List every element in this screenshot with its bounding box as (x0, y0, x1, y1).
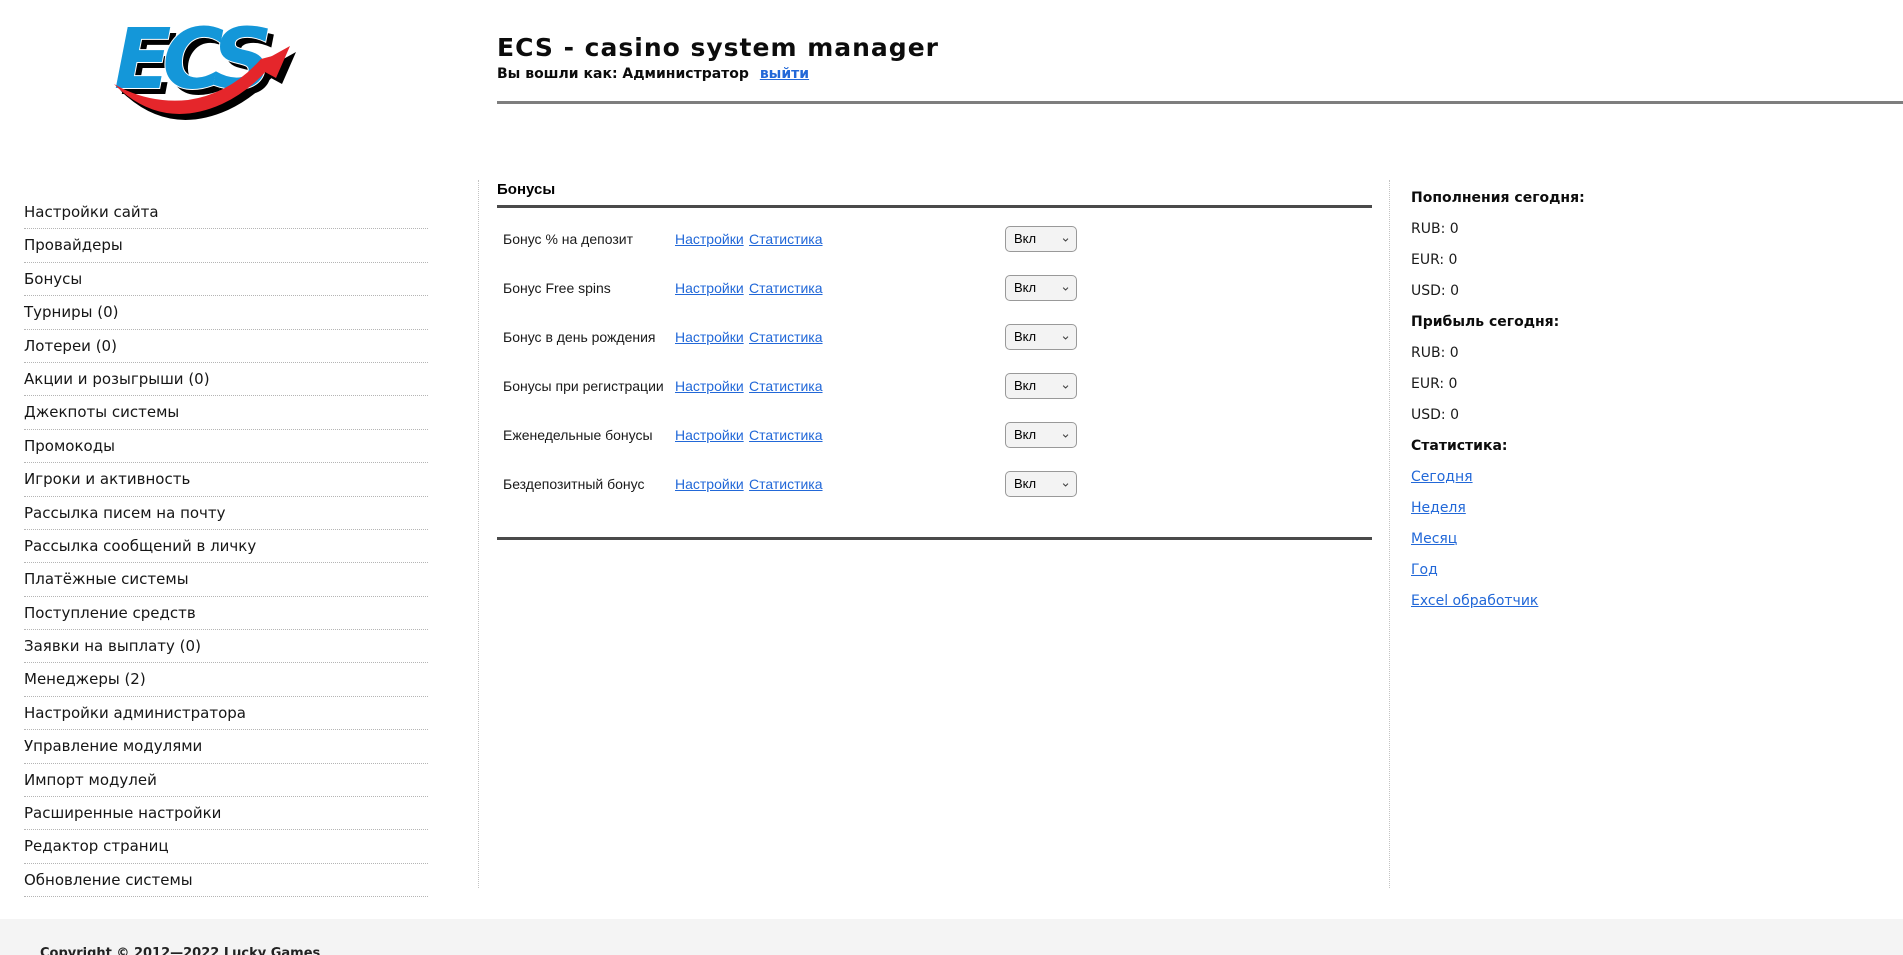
sidebar-item-bonuses[interactable]: Бонусы (24, 263, 428, 296)
profit-rub-value: RUB: 0 (1411, 337, 1731, 368)
bonus-list: Бонус % на депозит Настройки Статистика … (497, 214, 1372, 508)
statistics-link[interactable]: Статистика (749, 378, 823, 394)
sidebar-item-advanced-settings[interactable]: Расширенные настройки (24, 797, 428, 830)
settings-link[interactable]: Настройки (675, 329, 749, 345)
statistics-link[interactable]: Статистика (749, 329, 823, 345)
bonus-state-select[interactable]: Вкл (1005, 471, 1077, 497)
stats-link-month[interactable]: Месяц (1411, 531, 1457, 547)
content-divider-top (497, 205, 1372, 208)
sidebar-item-promocodes[interactable]: Промокоды (24, 430, 428, 463)
section-heading-bonuses: Бонусы (497, 181, 555, 198)
sidebar-item-tournaments[interactable]: Турниры (0) (24, 296, 428, 329)
bonus-row-registration: Бонусы при регистрации Настройки Статист… (497, 361, 1372, 410)
bonus-row-deposit-percent: Бонус % на депозит Настройки Статистика … (497, 214, 1372, 263)
settings-link[interactable]: Настройки (675, 427, 749, 443)
bonus-label: Бездепозитный бонус (503, 476, 675, 492)
footer: Copyright © 2012—2022 Lucky Games (0, 919, 1903, 955)
page: { "header": { "logo_text": "ECS", "title… (0, 0, 1903, 955)
sidebar-item-module-import[interactable]: Импорт модулей (24, 764, 428, 797)
bonus-state-select[interactable]: Вкл (1005, 422, 1077, 448)
profit-today-header: Прибыль сегодня: (1411, 306, 1731, 337)
logout-link[interactable]: выйти (760, 66, 809, 82)
statistics-link[interactable]: Статистика (749, 476, 823, 492)
sidebar-item-email-mailing[interactable]: Рассылка писем на почту (24, 497, 428, 530)
logged-in-status: Вы вошли как: Администратор выйти (497, 66, 809, 82)
sidebar-item-providers[interactable]: Провайдеры (24, 229, 428, 262)
sidebar-item-lotteries[interactable]: Лотереи (0) (24, 330, 428, 363)
settings-link[interactable]: Настройки (675, 231, 749, 247)
bonus-label: Бонус % на депозит (503, 231, 675, 247)
sidebar-item-managers[interactable]: Менеджеры (2) (24, 663, 428, 696)
bonus-row-no-deposit: Бездепозитный бонус Настройки Статистика… (497, 459, 1372, 508)
ecs-logo-icon: ECS ECS (110, 10, 300, 128)
bonus-state-select-wrap: Вкл ⌄ (1005, 226, 1077, 252)
deposits-today-header: Пополнения сегодня: (1411, 182, 1731, 213)
copyright-text: Copyright © 2012—2022 Lucky Games (40, 946, 320, 955)
page-title: ECS - casino system manager (497, 33, 939, 62)
bonus-row-free-spins: Бонус Free spins Настройки Статистика Вк… (497, 263, 1372, 312)
bonus-label: Бонус Free spins (503, 280, 675, 296)
sidebar-item-admin-settings[interactable]: Настройки администратора (24, 697, 428, 730)
deposits-eur-value: EUR: 0 (1411, 244, 1731, 275)
sidebar-item-incoming-funds[interactable]: Поступление средств (24, 597, 428, 630)
statistics-header: Статистика: (1411, 430, 1731, 461)
stats-link-year[interactable]: Год (1411, 562, 1438, 578)
bonus-state-select-wrap: Вкл ⌄ (1005, 471, 1077, 497)
bonus-state-select-wrap: Вкл ⌄ (1005, 373, 1077, 399)
bonus-label: Бонусы при регистрации (503, 378, 675, 394)
stats-link-week[interactable]: Неделя (1411, 500, 1466, 516)
sidebar-item-payment-systems[interactable]: Платёжные системы (24, 563, 428, 596)
deposits-usd-value: USD: 0 (1411, 275, 1731, 306)
bonus-state-select[interactable]: Вкл (1005, 275, 1077, 301)
bonus-state-select[interactable]: Вкл (1005, 226, 1077, 252)
statistics-link[interactable]: Статистика (749, 231, 823, 247)
sidebar: Настройки сайта Провайдеры Бонусы Турнир… (24, 196, 428, 897)
sidebar-item-players-activity[interactable]: Игроки и активность (24, 463, 428, 496)
settings-link[interactable]: Настройки (675, 378, 749, 394)
logged-in-label: Вы вошли как: Администратор (497, 66, 749, 82)
stats-link-today[interactable]: Сегодня (1411, 469, 1473, 485)
bonus-state-select[interactable]: Вкл (1005, 324, 1077, 350)
sidebar-item-site-settings[interactable]: Настройки сайта (24, 196, 428, 229)
sidebar-item-module-management[interactable]: Управление модулями (24, 730, 428, 763)
sidebar-item-page-editor[interactable]: Редактор страниц (24, 830, 428, 863)
statistics-link[interactable]: Статистика (749, 427, 823, 443)
bonus-state-select[interactable]: Вкл (1005, 373, 1077, 399)
statistics-link[interactable]: Статистика (749, 280, 823, 296)
bonus-label: Еженедельные бонусы (503, 427, 675, 443)
header-divider (497, 101, 1903, 104)
sidebar-item-pm-mailing[interactable]: Рассылка сообщений в личку (24, 530, 428, 563)
bonus-state-select-wrap: Вкл ⌄ (1005, 275, 1077, 301)
stats-link-excel[interactable]: Excel обработчик (1411, 593, 1538, 609)
sidebar-item-payout-requests[interactable]: Заявки на выплату (0) (24, 630, 428, 663)
bonus-label: Бонус в день рождения (503, 329, 675, 345)
sidebar-item-promotions[interactable]: Акции и розыгрыши (0) (24, 363, 428, 396)
sidebar-item-jackpots[interactable]: Джекпоты системы (24, 396, 428, 429)
settings-link[interactable]: Настройки (675, 280, 749, 296)
bonus-row-weekly: Еженедельные бонусы Настройки Статистика… (497, 410, 1372, 459)
ecs-logo[interactable]: ECS ECS (110, 10, 300, 128)
main-rightpanel-divider (1389, 180, 1390, 888)
sidebar-main-divider (478, 180, 479, 888)
profit-usd-value: USD: 0 (1411, 399, 1731, 430)
bonus-state-select-wrap: Вкл ⌄ (1005, 422, 1077, 448)
deposits-rub-value: RUB: 0 (1411, 213, 1731, 244)
bonus-state-select-wrap: Вкл ⌄ (1005, 324, 1077, 350)
right-panel: Пополнения сегодня: RUB: 0 EUR: 0 USD: 0… (1411, 182, 1731, 616)
bonus-row-birthday: Бонус в день рождения Настройки Статисти… (497, 312, 1372, 361)
sidebar-item-system-update[interactable]: Обновление системы (24, 864, 428, 897)
svg-text:ECS: ECS (114, 10, 268, 108)
profit-eur-value: EUR: 0 (1411, 368, 1731, 399)
settings-link[interactable]: Настройки (675, 476, 749, 492)
content-divider-bottom (497, 537, 1372, 540)
